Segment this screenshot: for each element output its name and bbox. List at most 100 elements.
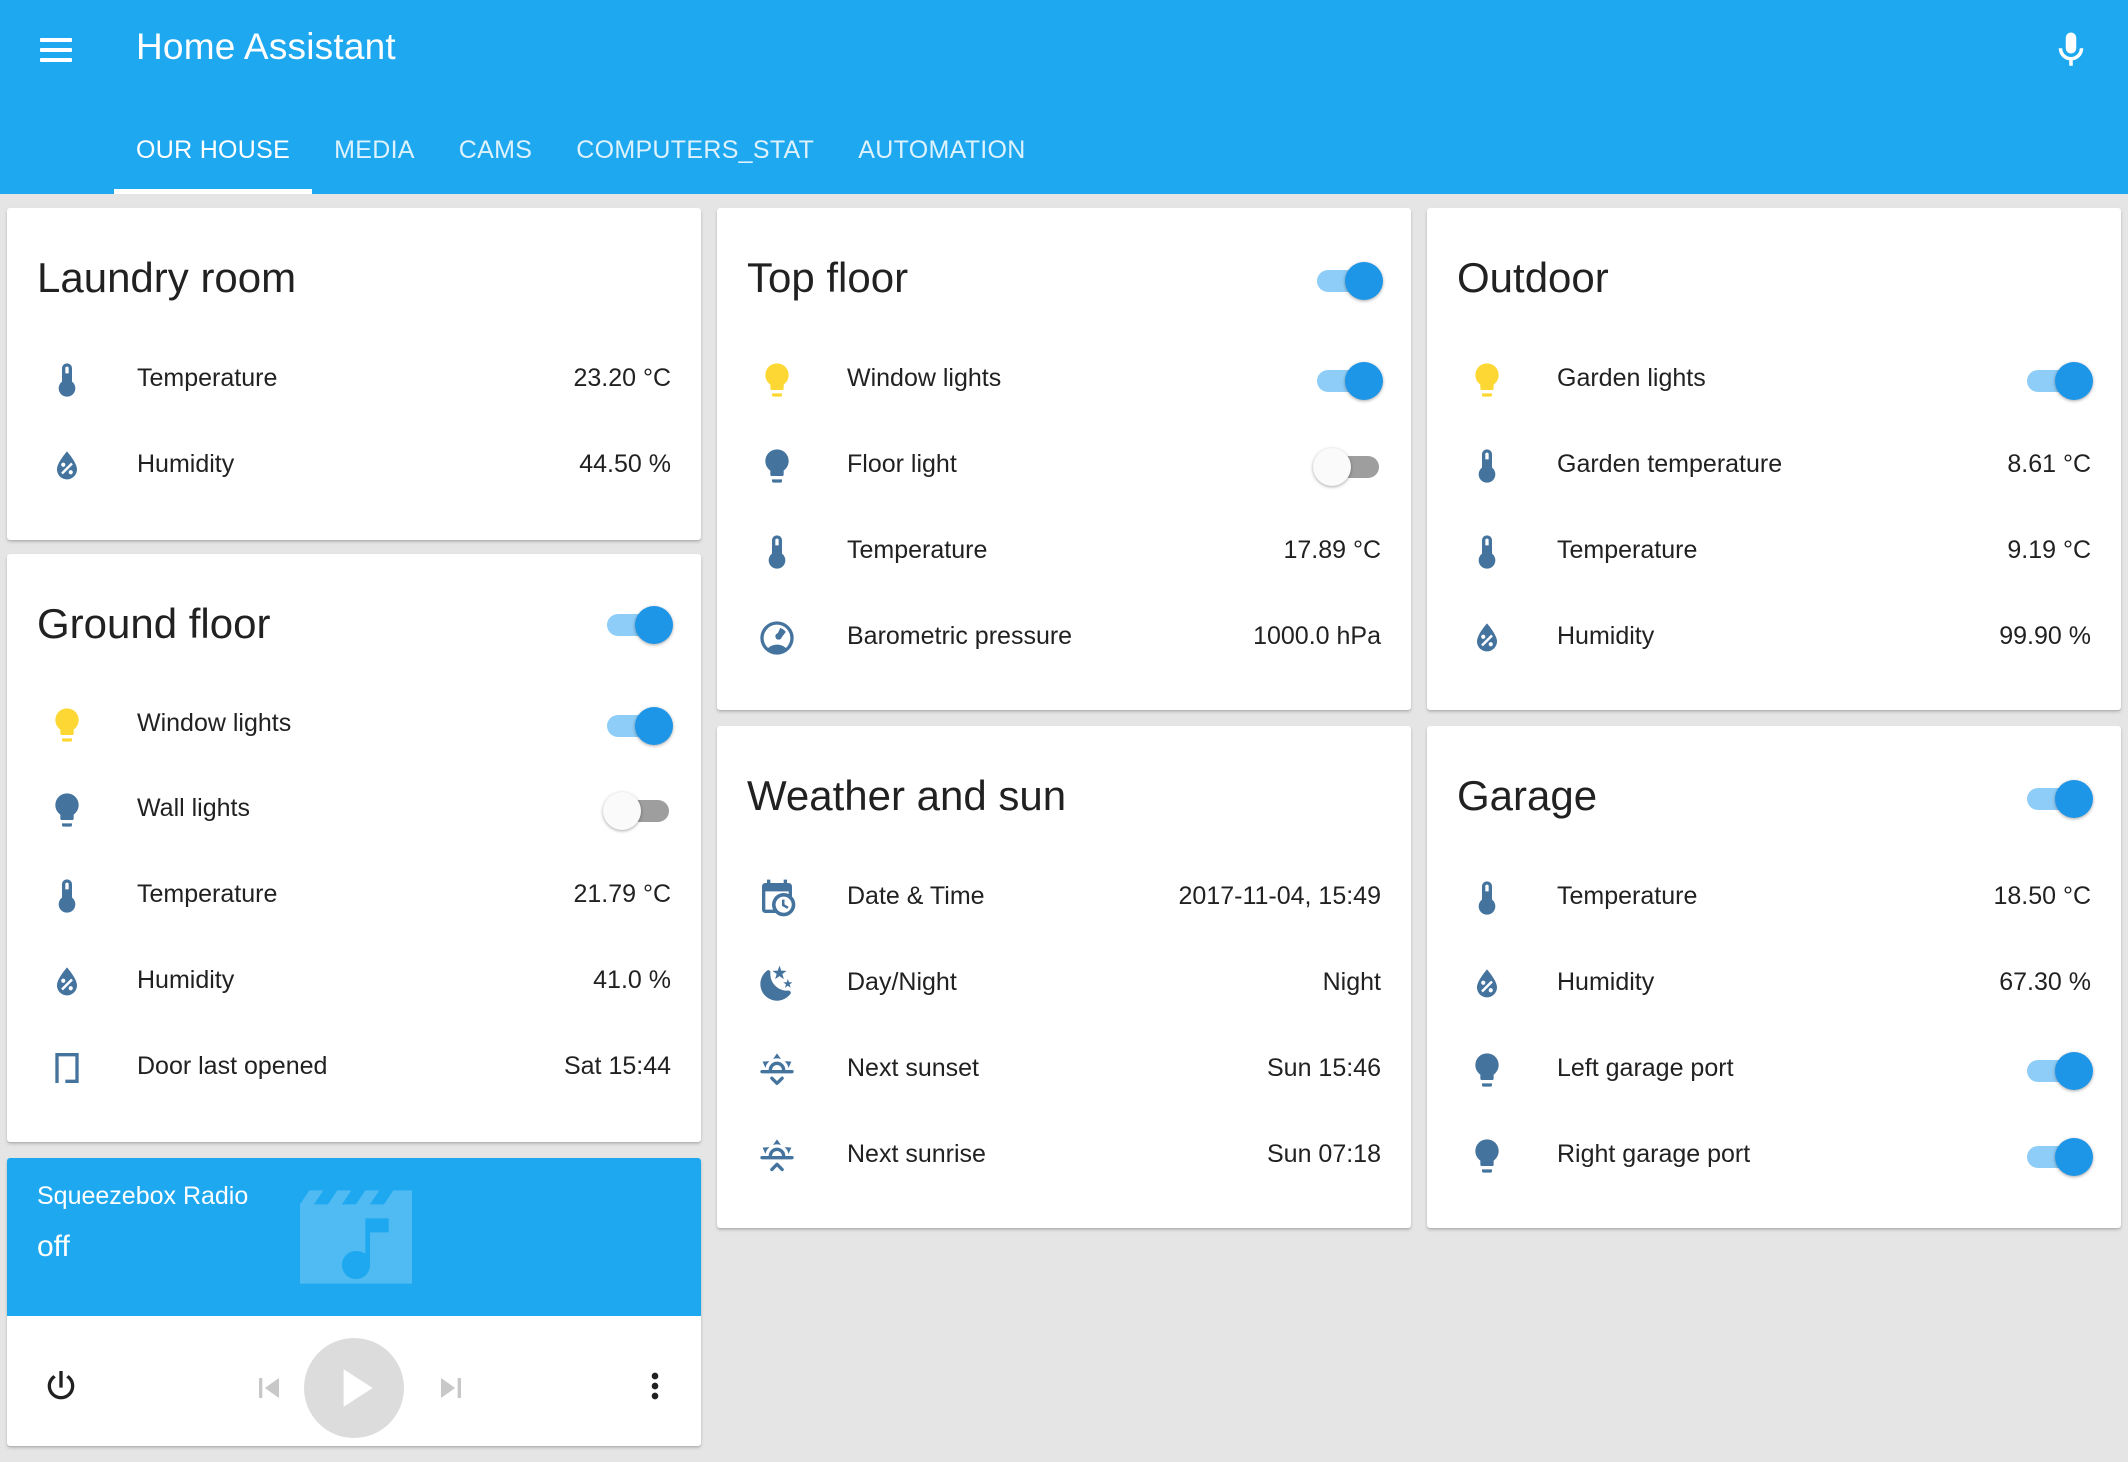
lightbulb-off-icon xyxy=(757,446,797,486)
entity-state: 67.30 % xyxy=(1999,968,2091,996)
group-toggle[interactable] xyxy=(603,604,673,644)
entity-label: Wall lights xyxy=(137,794,250,822)
entity-row[interactable]: Left garage port xyxy=(1427,1028,2121,1114)
door-icon xyxy=(47,1048,87,1088)
entity-label: Floor light xyxy=(847,450,957,478)
tab-computers-stat[interactable]: COMPUTERS_STAT xyxy=(554,126,836,194)
entity-row[interactable]: Date & Time 2017-11-04, 15:49 xyxy=(717,856,1411,942)
entity-row[interactable]: Humidity 41.0 % xyxy=(7,940,701,1026)
entity-label: Humidity xyxy=(1557,622,1655,650)
lightbulb-on-icon xyxy=(1467,360,1507,400)
more-options-icon[interactable] xyxy=(635,1366,675,1406)
entity-row[interactable]: Day/Night Night xyxy=(717,942,1411,1028)
entity-row[interactable]: Next sunset Sun 15:46 xyxy=(717,1028,1411,1114)
entity-label: Date & Time xyxy=(847,882,985,910)
media-header[interactable]: Squeezebox Radio off xyxy=(7,1158,701,1316)
entity-label: Window lights xyxy=(137,709,292,737)
entity-state: 44.50 % xyxy=(579,450,671,478)
previous-track-button[interactable] xyxy=(249,1368,289,1408)
entity-state: 41.0 % xyxy=(593,966,671,994)
entity-row[interactable]: Wall lights xyxy=(7,768,701,854)
card-title: Outdoor xyxy=(1457,254,1609,301)
entity-label: Humidity xyxy=(1557,968,1655,996)
entity-row[interactable]: Temperature 9.19 °C xyxy=(1427,510,2121,596)
next-track-button[interactable] xyxy=(431,1368,471,1408)
entity-row[interactable]: Window lights xyxy=(717,338,1411,424)
entity-row[interactable]: Humidity 67.30 % xyxy=(1427,942,2121,1028)
group-toggle[interactable] xyxy=(1313,260,1383,300)
entity-row[interactable]: Garden lights xyxy=(1427,338,2121,424)
lightbulb-on-icon xyxy=(47,705,87,745)
card-title: Ground floor xyxy=(37,600,271,647)
app-title: Home Assistant xyxy=(136,26,396,67)
tab-media[interactable]: MEDIA xyxy=(312,126,437,194)
entity-toggle[interactable] xyxy=(1313,360,1383,400)
entity-state: 18.50 °C xyxy=(1993,882,2091,910)
water-percent-icon xyxy=(1467,964,1507,1004)
entity-toggle[interactable] xyxy=(2023,360,2093,400)
entity-row[interactable]: Door last opened Sat 15:44 xyxy=(7,1026,701,1112)
thermometer-icon xyxy=(1467,532,1507,572)
tab-cams[interactable]: CAMS xyxy=(437,126,554,194)
card-title: Weather and sun xyxy=(747,772,1067,819)
entity-label: Day/Night xyxy=(847,968,957,996)
lightbulb-on-icon xyxy=(757,360,797,400)
entity-label: Window lights xyxy=(847,364,1002,392)
entity-row[interactable]: Humidity 99.90 % xyxy=(1427,596,2121,682)
group-toggle[interactable] xyxy=(2023,778,2093,818)
entity-state: 1000.0 hPa xyxy=(1253,622,1381,650)
media-player-name: Squeezebox Radio xyxy=(37,1182,249,1210)
entity-toggle[interactable] xyxy=(2023,1050,2093,1090)
card-garage: Garage Temperature 18.50 °C Humidity 67.30… xyxy=(1427,726,2121,1228)
lightbulb-off-icon xyxy=(1467,1050,1507,1090)
entity-state: 17.89 °C xyxy=(1283,536,1381,564)
entity-row[interactable]: Temperature 21.79 °C xyxy=(7,854,701,940)
entity-state: Sun 15:46 xyxy=(1267,1054,1381,1082)
movie-music-icon xyxy=(300,1190,412,1284)
entity-row[interactable]: Next sunrise Sun 07:18 xyxy=(717,1114,1411,1200)
thermometer-icon xyxy=(1467,446,1507,486)
entity-label: Humidity xyxy=(137,966,235,994)
entity-label: Temperature xyxy=(847,536,988,564)
entity-toggle[interactable] xyxy=(603,790,673,830)
entity-label: Temperature xyxy=(137,364,278,392)
entity-row[interactable]: Window lights xyxy=(7,683,701,769)
entity-row[interactable]: Floor light xyxy=(717,424,1411,510)
entity-state: 99.90 % xyxy=(1999,622,2091,650)
card-media-player: Squeezebox Radio off xyxy=(7,1158,701,1446)
power-button[interactable] xyxy=(41,1366,81,1406)
card-title: Laundry room xyxy=(37,254,297,301)
sunrise-up-icon xyxy=(757,1136,797,1176)
media-controls xyxy=(7,1316,701,1446)
entity-row[interactable]: Right garage port xyxy=(1427,1114,2121,1200)
entity-state: 21.79 °C xyxy=(573,880,671,908)
card-weather-and-sun: Weather and sun Date & Time 2017-11-04, 1… xyxy=(717,726,1411,1228)
entity-row[interactable]: Temperature 23.20 °C xyxy=(7,338,701,424)
card-title: Top floor xyxy=(747,254,909,301)
water-percent-icon xyxy=(47,962,87,1002)
entity-toggle[interactable] xyxy=(2023,1136,2093,1176)
microphone-icon[interactable] xyxy=(2050,26,2092,74)
entity-state: 23.20 °C xyxy=(573,364,671,392)
card-ground-floor: Ground floor Window lights Wall lights T… xyxy=(7,554,701,1142)
play-button[interactable] xyxy=(304,1338,404,1438)
entity-row[interactable]: Barometric pressure 1000.0 hPa xyxy=(717,596,1411,682)
entity-row[interactable]: Humidity 44.50 % xyxy=(7,424,701,510)
entity-toggle[interactable] xyxy=(1313,446,1383,486)
entity-toggle[interactable] xyxy=(603,705,673,745)
entity-label: Temperature xyxy=(1557,882,1698,910)
sunset-down-icon xyxy=(757,1050,797,1090)
menu-button[interactable] xyxy=(38,30,78,70)
thermometer-icon xyxy=(1467,878,1507,918)
entity-row[interactable]: Temperature 17.89 °C xyxy=(717,510,1411,596)
entity-state: Sat 15:44 xyxy=(563,1052,671,1080)
gauge-icon xyxy=(757,618,797,658)
entity-row[interactable]: Temperature 18.50 °C xyxy=(1427,856,2121,942)
entity-state: Sun 07:18 xyxy=(1267,1140,1381,1168)
card-top-floor: Top floor Window lights Floor light Temp… xyxy=(717,208,1411,710)
tab-our-house[interactable]: OUR HOUSE xyxy=(114,126,313,194)
tab-automation[interactable]: AUTOMATION xyxy=(836,126,1047,194)
entity-row[interactable]: Garden temperature 8.61 °C xyxy=(1427,424,2121,510)
lightbulb-off-icon xyxy=(47,790,87,830)
entity-label: Next sunset xyxy=(847,1054,980,1082)
